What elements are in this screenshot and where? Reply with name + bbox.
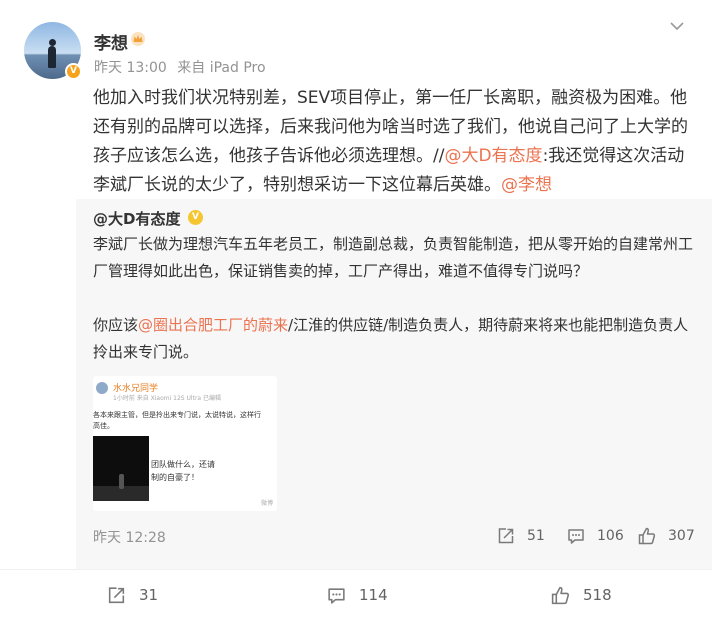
thumb-overlay-text: 团队做什么，还请 制的自豪了！ [151,460,215,482]
mention-link[interactable]: @圈出合肥工厂的蔚来 [138,316,288,334]
repost-icon [108,586,125,603]
chevron-down-icon[interactable] [669,20,685,32]
quoted-post[interactable]: @大D有态度 V 李斌厂长做为理想汽车五年老员工，制造副总裁，负责智能制造，把从… [76,199,712,569]
verified-badge-icon: V [65,63,82,80]
comment-icon [328,587,345,604]
repost-button[interactable]: 31 [106,584,158,606]
post-meta: 昨天 13:00 来自 iPad Pro [94,57,272,77]
thumb-text: 高佳。 [93,422,114,430]
post-time[interactable]: 昨天 13:00 [94,60,167,76]
quote-repost-button[interactable]: 51 [496,525,545,547]
thumb-photo [93,436,149,501]
repost-count: 31 [139,586,159,604]
quote-comment-count: 106 [597,528,624,544]
like-count: 518 [583,586,612,604]
comment-icon [568,529,584,544]
crown-icon[interactable] [130,31,146,47]
mention-link[interactable]: @李想 [501,175,552,195]
repost-icon [498,528,514,544]
post-text: 他加入时我们状况特别差，SEV项目停止，第一任厂长离职，融资极为困难。他还有别的… [93,84,689,200]
avatar[interactable]: V [24,22,82,80]
quote-image-thumbnail[interactable]: 水水兄同学 1小时前 来自 Xiaomi 12S Ultra 已编辑 各本来跟主… [93,376,277,511]
like-icon [638,527,656,545]
thumb-watermark: 微博 [260,500,273,507]
quote-paragraph: 你应该@圈出合肥工厂的蔚来/江淮的供应链/制造负责人，期待蔚来将来也能把制造负责… [93,316,689,361]
quote-text: 李斌厂长做为理想汽车五年老员工，制造副总裁，负责智能制造，把从零开始的自建常州工… [93,231,693,366]
thumb-meta: 1小时前 来自 Xiaomi 12S Ultra 已编辑 [113,395,221,402]
thumb-avatar [96,382,108,394]
quote-comment-button[interactable]: 106 [566,525,624,547]
post-action-bar: 31 114 518 [0,569,712,619]
comment-count: 114 [359,586,388,604]
quote-paragraph: 李斌厂长做为理想汽车五年老员工，制造副总裁，负责智能制造，把从零开始的自建常州工… [93,235,694,280]
thumb-text: 各本来跟主管，但是拎出来专门说，太说特说，这样行 [93,411,261,419]
quote-time[interactable]: 昨天 12:28 [93,527,166,547]
post-source: 来自 iPad Pro [177,60,266,76]
quote-like-count: 307 [668,528,695,544]
like-icon [551,586,570,604]
comment-button[interactable]: 114 [326,584,388,606]
mention-link[interactable]: @大D有态度 [444,146,542,166]
quote-like-button[interactable]: 307 [637,525,695,547]
quote-author[interactable]: @大D有态度 [93,208,180,229]
quote-repost-count: 51 [527,528,545,544]
weibo-post-card: V 李想 昨天 13:00 来自 iPad Pro 他加入时我们状况特别差，SE… [0,0,712,629]
verified-badge-icon: V [188,210,203,225]
like-button[interactable]: 518 [550,584,612,606]
author-name[interactable]: 李想 [94,29,128,54]
